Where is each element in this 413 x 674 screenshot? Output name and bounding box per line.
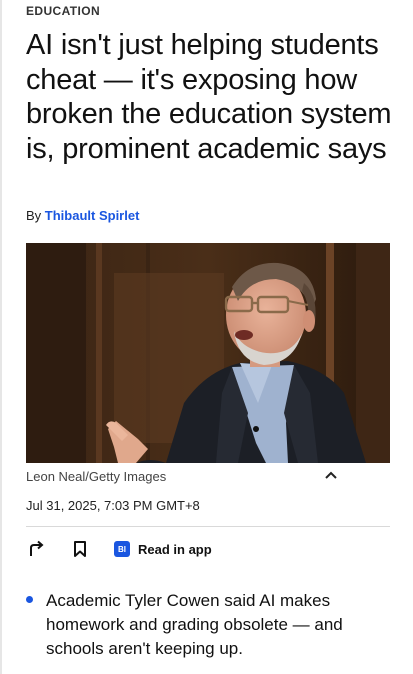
author-link[interactable]: Thibault Spirlet <box>45 208 140 223</box>
divider <box>26 526 390 527</box>
image-caption: Leon Neal/Getty Images <box>26 469 167 484</box>
bookmark-icon[interactable] <box>70 539 90 559</box>
publish-timestamp: Jul 31, 2025, 7:03 PM GMT+8 <box>26 498 200 513</box>
article-headline: AI isn't just helping students cheat — i… <box>26 29 392 165</box>
read-in-app-button[interactable]: BI Read in app <box>114 541 212 557</box>
byline: By Thibault Spirlet <box>26 208 139 223</box>
bullet-dot-icon <box>26 596 33 603</box>
read-in-app-label: Read in app <box>138 541 212 557</box>
category-label[interactable]: EDUCATION <box>26 4 100 18</box>
image-caption-bar: Leon Neal/Getty Images <box>26 463 353 490</box>
key-points-list: Academic Tyler Cowen said AI makes homew… <box>26 589 376 661</box>
key-point-item: Academic Tyler Cowen said AI makes homew… <box>26 589 376 661</box>
article-photo <box>26 243 390 463</box>
key-point-text: Academic Tyler Cowen said AI makes homew… <box>46 591 343 658</box>
byline-prefix: By <box>26 208 42 223</box>
article-actions: BI Read in app <box>26 538 212 560</box>
share-arrow-icon[interactable] <box>26 539 46 559</box>
bi-logo-icon: BI <box>114 541 130 557</box>
left-border <box>0 0 2 674</box>
chevron-up-icon[interactable] <box>321 465 341 485</box>
